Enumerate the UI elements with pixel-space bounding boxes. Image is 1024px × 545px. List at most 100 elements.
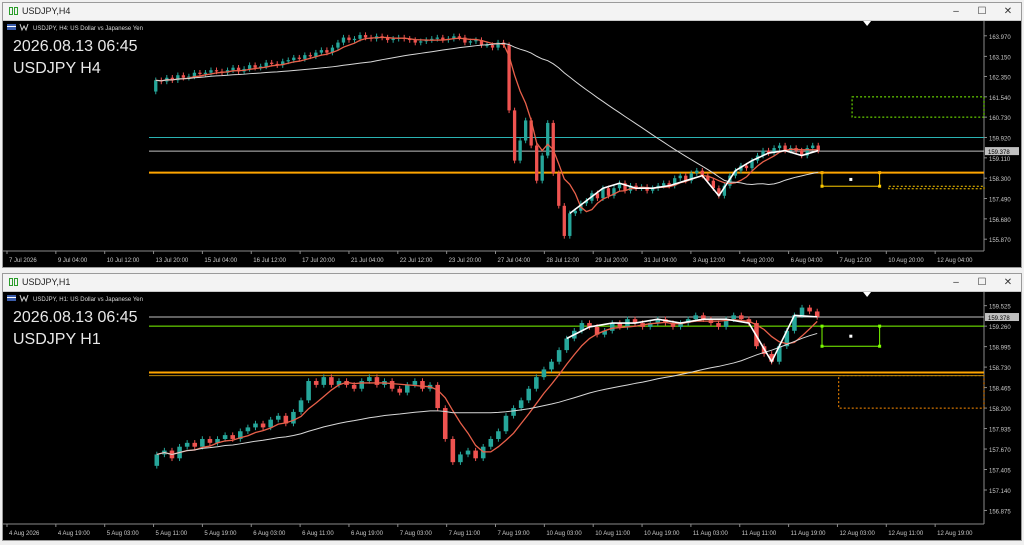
current-price-label: 159.378 <box>988 150 1010 156</box>
minimize-button[interactable]: – <box>945 4 967 19</box>
candle-body <box>352 38 357 41</box>
candle-body <box>549 361 554 370</box>
chart-window-h1[interactable]: USDJPY,H1 – ☐ ✕ 159.525 159.260 158.995 158… <box>2 273 1022 541</box>
candle-body <box>192 442 198 447</box>
candle-body <box>540 155 544 181</box>
fast-moving-average-line <box>156 319 818 456</box>
time-axis-label: 4 Aug 20:00 <box>742 258 775 264</box>
candle-body <box>308 55 312 57</box>
time-axis-label: 12 Aug 03:00 <box>839 531 875 537</box>
candle-body <box>270 62 274 64</box>
price-axis-label: 158.730 <box>989 366 1011 372</box>
chart-info-line: USDJPY, H4: US Dollar vs Japanese Yen <box>33 26 143 32</box>
overlay-symbol: USDJPY H4 <box>13 60 101 77</box>
zone-box <box>851 96 985 118</box>
time-axis-label: 29 Jul 20:00 <box>595 258 628 264</box>
price-axis-label: 158.465 <box>989 387 1011 393</box>
candle-body <box>200 438 205 447</box>
candle-body <box>457 36 462 38</box>
candle-body <box>473 450 478 459</box>
overlay-symbol: USDJPY H1 <box>13 331 101 348</box>
candle-body <box>744 165 749 169</box>
candle-body <box>488 438 494 447</box>
candle-body <box>209 70 213 73</box>
window-titlebar-h4[interactable]: USDJPY,H4 – ☐ ✕ <box>3 3 1021 21</box>
candle-body <box>503 415 509 432</box>
candle-body <box>606 188 611 196</box>
window-titlebar-h1[interactable]: USDJPY,H1 – ☐ ✕ <box>3 274 1021 292</box>
candle-body <box>535 145 539 181</box>
candle-body <box>292 57 296 61</box>
time-axis-label: 27 Jul 04:00 <box>498 258 531 264</box>
candle-body <box>275 415 281 420</box>
candle-body <box>405 384 410 393</box>
price-axis-label: 155.870 <box>989 238 1011 244</box>
chart-type-icon <box>19 23 29 32</box>
candle-body <box>468 41 473 43</box>
time-axis-label: 15 Jul 04:00 <box>204 258 237 264</box>
candle-body <box>412 381 418 385</box>
candle-body <box>678 175 682 179</box>
candle-body <box>413 40 417 43</box>
candle-body <box>329 377 334 385</box>
candle-body <box>230 435 235 439</box>
price-axis-label: 157.405 <box>989 469 1011 475</box>
time-axis-label: 10 Jul 12:00 <box>107 258 140 264</box>
candle-body <box>573 210 577 214</box>
price-chart-h4[interactable]: 163.970 163.150 162.350 161.540 160.730 159.9… <box>3 21 1021 267</box>
candle-body <box>518 400 524 409</box>
maximize-button[interactable]: ☐ <box>971 4 993 19</box>
candle-body <box>286 60 290 62</box>
minimize-button[interactable]: – <box>945 275 967 290</box>
candle-body <box>214 70 219 72</box>
candle-body <box>557 173 561 206</box>
candle-body <box>546 122 550 156</box>
candle-body <box>556 350 562 362</box>
candle-body <box>564 338 569 351</box>
candle-body <box>231 67 235 71</box>
chart-window-h4[interactable]: USDJPY,H4 – ☐ ✕ 163.970 163.150 162.350 161… <box>2 2 1022 268</box>
candle-body <box>347 37 351 41</box>
chart-window-icon <box>9 7 18 15</box>
price-axis-label: 158.200 <box>989 407 1011 413</box>
price-axis-label: 157.490 <box>989 198 1011 204</box>
zone-handle <box>878 184 882 188</box>
close-button[interactable]: ✕ <box>997 275 1019 290</box>
candle-body <box>298 400 304 412</box>
candle-body <box>389 381 395 389</box>
price-axis-label: 160.730 <box>989 116 1011 122</box>
candle-body <box>807 307 812 312</box>
current-price-label: 159.378 <box>988 316 1010 322</box>
time-axis-label: 16 Jul 12:00 <box>253 258 286 264</box>
time-axis-label: 7 Aug 19:00 <box>498 531 531 537</box>
close-button[interactable]: ✕ <box>997 4 1019 19</box>
overlay-date: 2026.08.13 06:45 <box>13 38 138 55</box>
time-axis-label: 6 Aug 03:00 <box>253 531 286 537</box>
time-axis-label: 12 Aug 19:00 <box>937 531 973 537</box>
candle-body <box>811 145 815 149</box>
candle-body <box>367 377 372 382</box>
zone-midpoint <box>849 334 853 338</box>
time-axis-label: 11 Aug 03:00 <box>693 531 729 537</box>
candle-body <box>490 45 495 48</box>
price-axis-label: 156.680 <box>989 218 1011 224</box>
price-chart-h1[interactable]: 159.525 159.260 158.995 158.730 158.465 158.2… <box>3 292 1021 540</box>
time-axis-label: 12 Aug 04:00 <box>937 258 973 264</box>
zone-handle <box>820 344 824 348</box>
maximize-button[interactable]: ☐ <box>971 275 993 290</box>
candle-body <box>351 384 357 389</box>
candle-body <box>420 381 425 389</box>
candle-body <box>419 41 423 43</box>
candle-body <box>716 323 721 327</box>
zone-box <box>888 185 985 190</box>
time-axis-label: 12 Aug 11:00 <box>888 531 924 537</box>
candle-body <box>222 435 228 439</box>
candle-body <box>319 50 324 53</box>
time-axis-label: 4 Aug 2026 <box>9 531 40 537</box>
flag-icon <box>7 26 16 27</box>
candle-body <box>198 72 202 74</box>
candle-body <box>203 72 208 74</box>
candle-body <box>363 35 368 38</box>
candle-body <box>695 170 699 174</box>
time-axis-label: 7 Aug 12:00 <box>839 258 872 264</box>
